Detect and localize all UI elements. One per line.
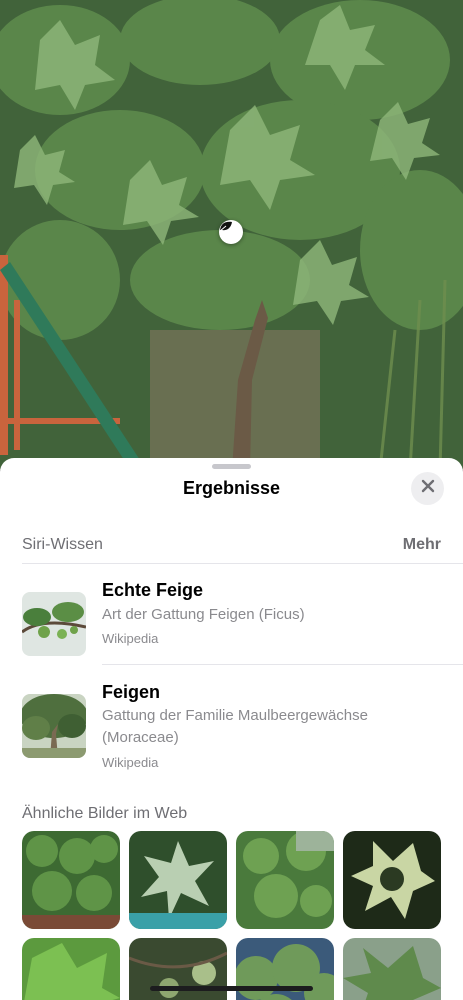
more-button[interactable]: Mehr: [403, 536, 441, 556]
divider: [102, 664, 463, 665]
result-source: Wikipedia: [102, 755, 159, 770]
result-feigen[interactable]: Feigen Gattung der Familie Maulbeergewäc…: [0, 678, 463, 783]
sheet-title: Ergebnisse: [182, 478, 281, 498]
similar-image[interactable]: [343, 831, 441, 929]
similar-image[interactable]: [236, 831, 334, 929]
sheet-grabber[interactable]: [212, 464, 251, 469]
camera-photo[interactable]: [0, 0, 463, 470]
siri-knowledge-label: Siri-Wissen: [22, 536, 103, 553]
similar-images-header: Ähnliche Bilder im Web: [22, 805, 188, 822]
close-button[interactable]: [411, 472, 444, 505]
result-title: Feigen: [102, 682, 161, 702]
visual-lookup-button[interactable]: [219, 220, 243, 244]
home-indicator[interactable]: [150, 986, 313, 991]
similar-image[interactable]: [343, 938, 441, 1000]
result-source: Wikipedia: [102, 631, 159, 646]
result-subtitle-line: Gattung der Familie Maulbeergewächse: [102, 707, 368, 724]
similar-image[interactable]: [22, 938, 120, 1000]
result-title: Echte Feige: [102, 580, 204, 600]
result-echte-feige[interactable]: Echte Feige Art der Gattung Feigen (Ficu…: [0, 576, 463, 664]
result-thumbnail: [22, 694, 86, 758]
result-subtitle-line: (Moraceae): [102, 729, 179, 746]
similar-image[interactable]: [129, 831, 227, 929]
result-subtitle: Gattung der Familie Maulbeergewächse (Mo…: [102, 705, 422, 749]
divider: [22, 563, 463, 564]
results-sheet: Ergebnisse Siri-Wissen Mehr Echte Feige …: [0, 458, 463, 1000]
similar-image[interactable]: [22, 831, 120, 929]
xmark-icon: [421, 479, 435, 498]
result-thumbnail: [22, 592, 86, 656]
result-subtitle: Art der Gattung Feigen (Ficus): [102, 606, 305, 623]
siri-knowledge-header: Siri-Wissen Mehr: [22, 536, 441, 556]
